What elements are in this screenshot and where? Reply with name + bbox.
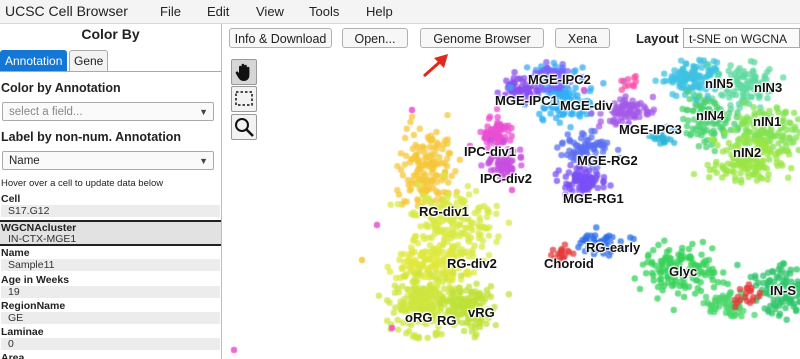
chevron-down-icon: ▼ <box>199 107 208 117</box>
cluster-label-mge-rg2: MGE-RG2 <box>577 153 638 168</box>
hand-icon <box>235 63 250 81</box>
cluster-label-mge-ipc2: MGE-IPC2 <box>528 72 591 87</box>
tsne-plot[interactable]: MGE-IPC2 MGE-IPC1 MGE-div MGE-IPC3 IPC-d… <box>222 50 800 359</box>
layout-select[interactable]: t-SNE on WGCNA <box>683 28 800 48</box>
cluster-label-mge-rg1: MGE-RG1 <box>563 191 624 206</box>
cluster-label-rg-div1: RG-div1 <box>419 204 469 219</box>
cluster-label-org: oRG <box>405 310 433 325</box>
cluster-label-ipc-div1: IPC-div1 <box>464 144 517 159</box>
menu-help[interactable]: Help <box>366 4 393 19</box>
sidebar-title: Color By <box>81 26 140 42</box>
color-by-select[interactable]: select a field... ▼ <box>2 102 214 121</box>
cluster-label-nin2: nIN2 <box>733 145 762 160</box>
tab-divider <box>0 71 221 72</box>
cluster-label-nin1: nIN1 <box>753 114 782 129</box>
magnifier-icon <box>235 118 254 137</box>
menu-view[interactable]: View <box>256 4 284 19</box>
meta-key-area: Area <box>1 352 25 359</box>
cluster-label-ipc-div2: IPC-div2 <box>480 171 533 186</box>
label-by-select[interactable]: Name ▼ <box>2 151 214 170</box>
cluster-label-vrg: vRG <box>468 305 495 320</box>
meta-key-region: RegionName <box>1 300 66 312</box>
menu-file[interactable]: File <box>160 4 181 19</box>
info-download-button[interactable]: Info & Download <box>229 28 332 48</box>
menu-tools[interactable]: Tools <box>309 4 339 19</box>
layout-label: Layout <box>636 31 679 46</box>
tab-gene[interactable]: Gene <box>69 50 109 71</box>
hover-hint: Hover over a cell to update data below <box>1 178 164 189</box>
meta-value-age: 19 <box>1 286 220 298</box>
cluster-label-nin5: nIN5 <box>705 76 734 91</box>
cluster-label-mge-ipc3: MGE-IPC3 <box>619 122 682 137</box>
meta-key-laminae: Laminae <box>1 326 44 338</box>
cluster-label-nin4: nIN4 <box>696 108 725 123</box>
meta-value-laminae: 0 <box>1 338 220 350</box>
select-tool-button[interactable] <box>231 86 257 112</box>
cluster-label-mge-div: MGE-div <box>560 98 613 113</box>
color-by-placeholder: select a field... <box>9 106 83 118</box>
cluster-label-nin3: nIN3 <box>754 80 783 95</box>
cluster-label-rg: RG <box>437 313 457 328</box>
sidebar: Color By Annotation Gene Color by Annota… <box>0 24 222 359</box>
meta-value-cell: S17.G12 <box>1 205 220 217</box>
meta-value-wgcnacluster: IN-CTX-MGE1 <box>8 233 77 245</box>
cluster-label-rg-early: RG-early <box>586 240 641 255</box>
cluster-label-rg-div2: RG-div2 <box>447 256 497 271</box>
tab-annotation[interactable]: Annotation <box>0 50 68 71</box>
cluster-label-choroid: Choroid <box>544 256 594 271</box>
zoom-tool-button[interactable] <box>231 114 257 140</box>
open-button[interactable]: Open... <box>342 28 408 48</box>
menu-edit[interactable]: Edit <box>207 4 229 19</box>
app-title: UCSC Cell Browser <box>5 3 128 19</box>
meta-key-cell: Cell <box>1 193 21 205</box>
meta-key-name: Name <box>1 247 30 259</box>
marquee-select-icon <box>235 91 253 106</box>
label-by-label: Label by non-num. Annotation <box>1 130 182 144</box>
xena-button[interactable]: Xena <box>555 28 610 48</box>
meta-value-name: Sample11 <box>1 259 220 271</box>
menu-bar: UCSC Cell Browser File Edit View Tools H… <box>0 0 800 24</box>
meta-value-region: GE <box>1 312 220 324</box>
chevron-down-icon: ▼ <box>199 156 208 166</box>
pan-tool-button[interactable] <box>231 59 257 85</box>
cluster-label-in-s: IN-S <box>770 283 796 298</box>
cluster-label-glyc: Glyc <box>669 264 698 279</box>
meta-key-age: Age in Weeks <box>1 274 70 286</box>
genome-browser-button[interactable]: Genome Browser <box>420 28 544 48</box>
cluster-label-mge-ipc1: MGE-IPC1 <box>495 93 558 108</box>
label-by-value: Name <box>9 155 40 167</box>
color-by-label: Color by Annotation <box>1 81 121 95</box>
